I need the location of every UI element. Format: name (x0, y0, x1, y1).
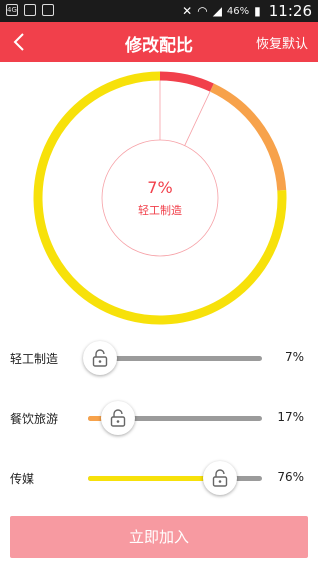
slider-value: 7% (284, 350, 304, 364)
slider-row: 轻工制造 7% (0, 338, 318, 378)
slider-label: 餐饮旅游 (10, 412, 59, 426)
header-bar: 修改配比 恢复默认 (0, 22, 318, 62)
status-right: ✕ ◠ ◢ 46% ▮ 11:26 (182, 2, 312, 20)
reset-default-button[interactable]: 恢复默认 (256, 33, 308, 52)
signal-icon: ◢ (212, 4, 222, 18)
battery-percent: 46% (226, 5, 250, 17)
battery-icon: ▮ (254, 4, 261, 18)
slider-value: 17% (277, 410, 304, 424)
allocation-ring: 7% 轻工制造 (30, 68, 290, 328)
slider-thumb[interactable] (100, 401, 135, 435)
unlock-icon (92, 349, 108, 367)
slider-value: 76% (277, 470, 304, 484)
center-percent: 7% (147, 178, 173, 197)
slider-label: 传媒 (10, 472, 35, 486)
center-label: 轻工制造 (138, 204, 182, 217)
slider-thumb[interactable] (83, 341, 118, 375)
wifi-icon: ◠ (197, 4, 208, 18)
ring-pointer-line (184, 91, 211, 146)
mute-icon: ✕ (182, 4, 193, 18)
ring-segment (210, 83, 287, 191)
ring-inner-circle (101, 139, 219, 257)
image-icon (24, 4, 36, 16)
sim-icon (42, 4, 54, 16)
slider-thumb[interactable] (203, 461, 238, 495)
unlock-icon (213, 469, 228, 487)
slider-fill (88, 476, 221, 481)
clock: 11:26 (268, 2, 312, 20)
notification-icon-1: 4G (6, 4, 18, 16)
unlock-icon (110, 409, 125, 427)
slider-row: 餐饮旅游 17% (0, 398, 318, 438)
join-now-button[interactable]: 立即加入 (10, 516, 308, 558)
slider-row: 传媒 76% (0, 458, 318, 498)
status-left: 4G (6, 4, 54, 16)
status-bar: 4G ✕ ◠ ◢ 46% ▮ 11:26 (0, 0, 318, 22)
ring-segment (159, 71, 214, 92)
slider-label: 轻工制造 (10, 352, 59, 366)
ring-chart (33, 71, 287, 325)
